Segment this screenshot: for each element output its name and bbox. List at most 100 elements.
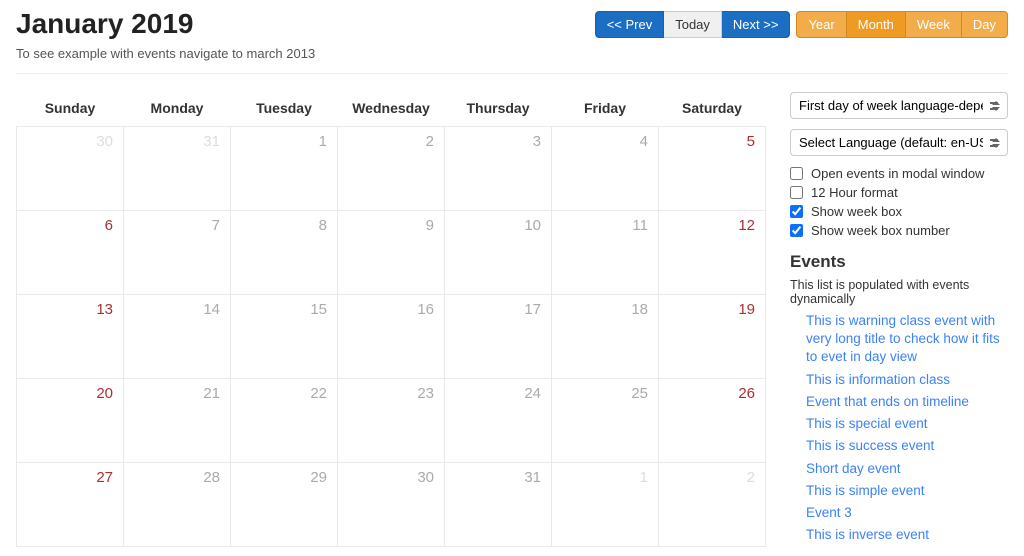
event-list-item: This is inverse event — [806, 526, 1008, 544]
calendar-cell[interactable]: 2 — [338, 127, 445, 211]
events-list: This is warning class event with very lo… — [790, 312, 1008, 544]
day-number: 2 — [426, 133, 434, 150]
event-list-item: Short day event — [806, 460, 1008, 478]
event-link[interactable]: This is success event — [806, 437, 934, 455]
view-button-group: Year Month Week Day — [796, 11, 1008, 38]
calendar-cell[interactable]: 1 — [231, 127, 338, 211]
event-list-item: Event 3 — [806, 504, 1008, 522]
day-number: 28 — [203, 469, 220, 486]
option-weekboxnum-row[interactable]: Show week box number — [790, 223, 1008, 238]
event-list-item: This is simple event — [806, 482, 1008, 500]
events-description: This list is populated with events dynam… — [790, 278, 1008, 306]
calendar-cell[interactable]: 14 — [124, 295, 231, 379]
day-number: 2 — [747, 469, 755, 486]
option-12hour-row[interactable]: 12 Hour format — [790, 185, 1008, 200]
calendar-cell[interactable]: 31 — [445, 463, 552, 547]
calendar-cell[interactable]: 13 — [17, 295, 124, 379]
day-number: 7 — [212, 217, 220, 234]
day-number: 3 — [533, 133, 541, 150]
calendar-cell[interactable]: 12 — [659, 211, 766, 295]
event-link[interactable]: This is simple event — [806, 482, 925, 500]
calendar-cell[interactable]: 6 — [17, 211, 124, 295]
option-modal-checkbox[interactable] — [790, 167, 803, 180]
day-number: 17 — [524, 301, 541, 318]
day-number: 31 — [203, 133, 220, 150]
option-12hour-label: 12 Hour format — [811, 185, 898, 200]
calendar-day-header: Sunday — [17, 92, 124, 127]
option-12hour-checkbox[interactable] — [790, 186, 803, 199]
option-weekboxnum-checkbox[interactable] — [790, 224, 803, 237]
calendar-cell[interactable]: 17 — [445, 295, 552, 379]
day-number: 9 — [426, 217, 434, 234]
calendar-cell[interactable]: 25 — [552, 379, 659, 463]
option-weekbox-checkbox[interactable] — [790, 205, 803, 218]
option-weekbox-label: Show week box — [811, 204, 902, 219]
day-number: 6 — [105, 217, 113, 234]
day-number: 27 — [96, 469, 113, 486]
event-link[interactable]: Event 3 — [806, 504, 852, 522]
option-weekbox-row[interactable]: Show week box — [790, 204, 1008, 219]
calendar-cell[interactable]: 20 — [17, 379, 124, 463]
event-link[interactable]: This is warning class event with very lo… — [806, 312, 1008, 367]
subtitle-text: To see example with events navigate to m… — [16, 46, 1008, 61]
calendar-day-header: Thursday — [445, 92, 552, 127]
events-heading: Events — [790, 252, 1008, 272]
view-month-button[interactable]: Month — [847, 11, 906, 38]
day-number: 1 — [640, 469, 648, 486]
first-day-select[interactable]: First day of week language-dependant — [790, 92, 1008, 119]
event-link[interactable]: This is information class — [806, 371, 950, 389]
option-modal-row[interactable]: Open events in modal window — [790, 166, 1008, 181]
event-link[interactable]: This is inverse event — [806, 526, 929, 544]
calendar-cell[interactable]: 10 — [445, 211, 552, 295]
view-day-button[interactable]: Day — [962, 11, 1008, 38]
calendar-day-header: Monday — [124, 92, 231, 127]
event-list-item: This is warning class event with very lo… — [806, 312, 1008, 367]
option-weekboxnum-label: Show week box number — [811, 223, 950, 238]
calendar-cell[interactable]: 2 — [659, 463, 766, 547]
day-number: 29 — [310, 469, 327, 486]
day-number: 4 — [640, 133, 648, 150]
day-number: 5 — [747, 133, 755, 150]
event-link[interactable]: This is special event — [806, 415, 928, 433]
day-number: 24 — [524, 385, 541, 402]
day-number: 22 — [310, 385, 327, 402]
header-divider — [16, 73, 1008, 74]
calendar-cell[interactable]: 15 — [231, 295, 338, 379]
nav-button-group: << Prev Today Next >> — [595, 11, 791, 38]
calendar-cell[interactable]: 29 — [231, 463, 338, 547]
event-link[interactable]: Event that ends on timeline — [806, 393, 969, 411]
day-number: 25 — [631, 385, 648, 402]
calendar-cell[interactable]: 8 — [231, 211, 338, 295]
calendar-cell[interactable]: 26 — [659, 379, 766, 463]
calendar-cell[interactable]: 24 — [445, 379, 552, 463]
calendar-cell[interactable]: 19 — [659, 295, 766, 379]
calendar-cell[interactable]: 9 — [338, 211, 445, 295]
calendar-day-header: Saturday — [659, 92, 766, 127]
view-week-button[interactable]: Week — [906, 11, 962, 38]
calendar-cell[interactable]: 21 — [124, 379, 231, 463]
calendar-cell[interactable]: 18 — [552, 295, 659, 379]
calendar-cell[interactable]: 23 — [338, 379, 445, 463]
calendar-cell[interactable]: 31 — [124, 127, 231, 211]
calendar-cell[interactable]: 1 — [552, 463, 659, 547]
calendar-cell[interactable]: 11 — [552, 211, 659, 295]
option-modal-label: Open events in modal window — [811, 166, 984, 181]
language-select[interactable]: Select Language (default: en-US) — [790, 129, 1008, 156]
calendar-cell[interactable]: 7 — [124, 211, 231, 295]
prev-button[interactable]: << Prev — [595, 11, 665, 38]
event-list-item: Event that ends on timeline — [806, 393, 1008, 411]
calendar-cell[interactable]: 30 — [17, 127, 124, 211]
day-number: 20 — [96, 385, 113, 402]
calendar-cell[interactable]: 16 — [338, 295, 445, 379]
calendar-cell[interactable]: 4 — [552, 127, 659, 211]
calendar-cell[interactable]: 30 — [338, 463, 445, 547]
next-button[interactable]: Next >> — [722, 11, 791, 38]
view-year-button[interactable]: Year — [796, 11, 846, 38]
calendar-cell[interactable]: 27 — [17, 463, 124, 547]
today-button[interactable]: Today — [664, 11, 722, 38]
calendar-cell[interactable]: 3 — [445, 127, 552, 211]
event-link[interactable]: Short day event — [806, 460, 901, 478]
calendar-cell[interactable]: 22 — [231, 379, 338, 463]
calendar-cell[interactable]: 28 — [124, 463, 231, 547]
calendar-cell[interactable]: 5 — [659, 127, 766, 211]
